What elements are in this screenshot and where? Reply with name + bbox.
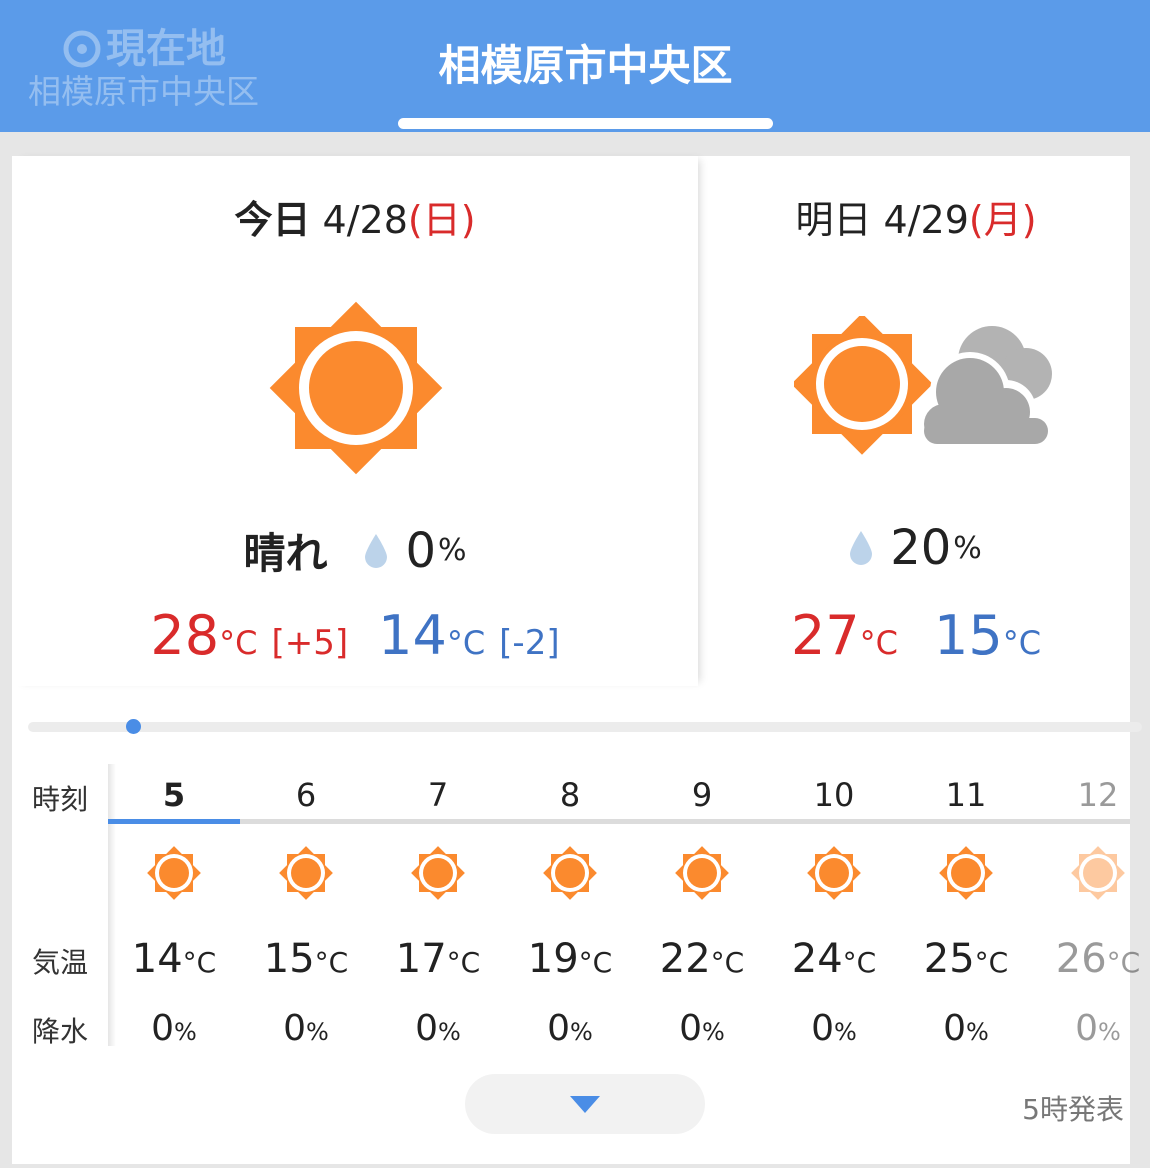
today-rain: 0% [365, 522, 467, 579]
app-header: 現在地 相模原市中央区 相模原市中央区 [0, 0, 1150, 132]
time-row-label: 時刻 [32, 783, 89, 816]
today-weather-text: 晴れ [243, 529, 328, 578]
hour-label: 10 [813, 776, 855, 814]
hour-rain: 0% [679, 1008, 725, 1049]
selected-hour-indicator [108, 819, 240, 824]
today-temps: 28°C [+5] 14°C [-2] [12, 604, 698, 667]
hour-rain: 0% [811, 1008, 857, 1049]
hour-label: 11 [945, 776, 987, 814]
hour-temp: 22°C [659, 936, 745, 982]
sun-icon [276, 843, 336, 907]
raindrop-icon [850, 531, 873, 565]
issued-time: 5時発表 [1022, 1093, 1124, 1126]
sun-icon [672, 843, 732, 907]
rain-row-label: 降水 [32, 1015, 89, 1048]
today-rain-value: 0 [405, 522, 437, 579]
today-header: 今日 4/28(日) [12, 198, 698, 242]
hour-label: 7 [427, 776, 449, 814]
hour-temp: 26°C [1055, 936, 1141, 982]
today-high-diff: [+5] [271, 623, 349, 663]
hour-rain: 0% [547, 1008, 593, 1049]
expand-button[interactable] [465, 1074, 705, 1134]
current-location-tab[interactable]: 現在地 相模原市中央区 [28, 26, 259, 112]
current-location-label: 現在地 [106, 26, 226, 72]
tomorrow-date: 4/29 [883, 198, 969, 242]
tomorrow-panel[interactable]: 明日 4/29(月) 20 % 27°C 15°C [702, 156, 1130, 686]
today-low: 14°C [-2] [378, 604, 560, 667]
today-weekday: (日) [407, 198, 476, 242]
triangle-down-icon [570, 1096, 600, 1113]
tomorrow-low: 15°C [934, 604, 1042, 667]
hour-temp: 19°C [527, 936, 613, 982]
temp-row-label: 気温 [32, 946, 89, 979]
today-high: 28°C [+5] [150, 604, 349, 667]
hour-rain: 0% [1075, 1008, 1121, 1049]
hour-row-divider [108, 819, 1130, 824]
today-date: 4/28 [322, 198, 408, 242]
sun-icon [408, 843, 468, 907]
hour-label: 12 [1077, 776, 1119, 814]
sun-icon [936, 843, 996, 907]
hour-rain: 0% [283, 1008, 329, 1049]
tomorrow-header: 明日 4/29(月) [702, 198, 1130, 242]
today-label: 今日 [234, 198, 311, 242]
hour-rain: 0% [415, 1008, 461, 1049]
today-panel[interactable]: 今日 4/28(日) 晴れ 0% 28°C [+5] 14°C [-2] [12, 156, 698, 686]
hour-label: 6 [295, 776, 317, 814]
tomorrow-rain: 20% [850, 520, 982, 576]
tab-location[interactable]: 相模原市中央区 [398, 38, 773, 94]
crosshair-icon [63, 30, 101, 68]
hour-label: 8 [559, 776, 581, 814]
sun-icon [144, 843, 204, 907]
tomorrow-temps: 27°C 15°C [702, 604, 1130, 667]
hour-temp: 17°C [395, 936, 481, 982]
hourly-scroll-track[interactable] [28, 722, 1142, 732]
tomorrow-label: 明日 [795, 198, 872, 242]
forecast-card: 今日 4/28(日) 晴れ 0% 28°C[+5] 14°C[-2] 明日 [12, 156, 1142, 1164]
raindrop-icon [365, 533, 388, 568]
tomorrow-high: 27°C [790, 604, 898, 667]
tomorrow-weather-row: 20% [702, 520, 1130, 576]
sun-icon [540, 843, 600, 907]
active-tab-indicator [398, 118, 773, 129]
hour-temp: 14°C [131, 936, 217, 982]
sun-cloud-icon [794, 316, 1054, 455]
tomorrow-rain-value: 20 [890, 520, 952, 576]
hour-rain: 0% [943, 1008, 989, 1049]
hourly-scroll-thumb[interactable] [126, 719, 141, 734]
hour-temp: 24°C [791, 936, 877, 982]
sun-icon [804, 843, 864, 907]
current-location-sub: 相模原市中央区 [28, 72, 259, 111]
hour-temp: 15°C [263, 936, 349, 982]
hour-label: 5 [162, 776, 186, 814]
tomorrow-weekday: (月) [968, 198, 1037, 242]
today-low-diff: [-2] [499, 623, 560, 663]
hour-label: 9 [691, 776, 713, 814]
sun-icon [269, 301, 443, 475]
today-weather-row: 晴れ 0% [12, 520, 698, 581]
hour-rain: 0% [151, 1008, 197, 1049]
sun-icon [1068, 843, 1128, 907]
hour-temp: 25°C [923, 936, 1009, 982]
